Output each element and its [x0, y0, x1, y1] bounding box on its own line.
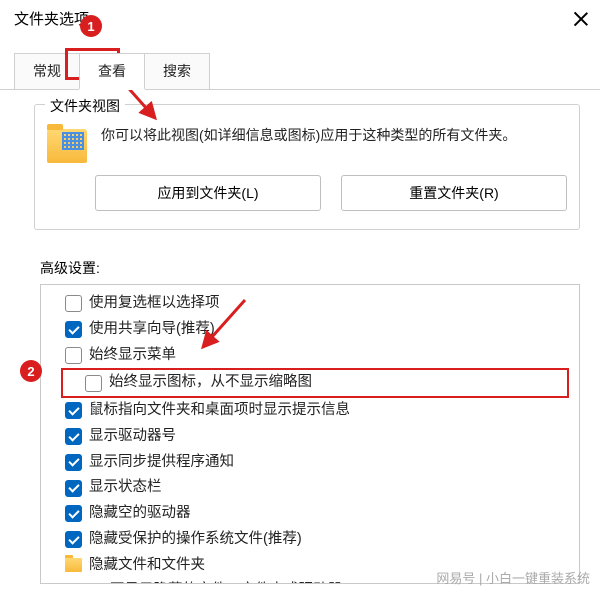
- advanced-item[interactable]: 鼠标指向文件夹和桌面项时显示提示信息: [43, 398, 577, 424]
- folder-icon: [65, 558, 82, 572]
- advanced-item-label: 使用复选框以选择项: [89, 293, 220, 315]
- advanced-item-label: 不显示隐藏的文件、文件夹或驱动器: [110, 580, 342, 584]
- tab-view[interactable]: 查看: [79, 53, 145, 90]
- tab-search[interactable]: 搜索: [144, 53, 210, 89]
- radio-icon[interactable]: [87, 583, 103, 584]
- reset-folders-button[interactable]: 重置文件夹(R): [341, 175, 567, 211]
- advanced-item-label: 使用共享向导(推荐): [89, 319, 215, 341]
- advanced-item[interactable]: 使用共享向导(推荐): [43, 317, 577, 343]
- window-title: 文件夹选项: [14, 8, 89, 29]
- checkbox-icon[interactable]: [65, 295, 82, 312]
- checkbox-icon[interactable]: [65, 428, 82, 445]
- close-icon[interactable]: [574, 12, 588, 26]
- tab-bar: 常规 查看 搜索: [0, 53, 600, 90]
- folder-view-description: 你可以将此视图(如详细信息或图标)应用于这种类型的所有文件夹。: [101, 125, 567, 146]
- advanced-item[interactable]: 显示状态栏: [43, 475, 577, 501]
- checkbox-icon[interactable]: [65, 454, 82, 471]
- advanced-item-label: 隐藏空的驱动器: [89, 503, 191, 525]
- advanced-item-label: 显示状态栏: [89, 477, 162, 499]
- advanced-item[interactable]: 始终显示图标，从不显示缩略图: [61, 368, 569, 398]
- folder-view-icon: [47, 129, 87, 163]
- checkbox-icon[interactable]: [65, 505, 82, 522]
- checkbox-icon[interactable]: [65, 480, 82, 497]
- advanced-item-label: 鼠标指向文件夹和桌面项时显示提示信息: [89, 400, 350, 422]
- advanced-item[interactable]: 显示驱动器号: [43, 424, 577, 450]
- advanced-settings-label: 高级设置:: [40, 258, 600, 278]
- advanced-item-label: 显示同步提供程序通知: [89, 452, 234, 474]
- advanced-item-label: 隐藏文件和文件夹: [89, 555, 205, 577]
- folder-view-group-label: 文件夹视图: [45, 96, 125, 116]
- advanced-item-label: 始终显示图标，从不显示缩略图: [109, 372, 312, 394]
- apply-to-folders-button[interactable]: 应用到文件夹(L): [95, 175, 321, 211]
- annotation-badge-2: 2: [20, 360, 42, 382]
- advanced-item[interactable]: 使用复选框以选择项: [43, 291, 577, 317]
- checkbox-icon[interactable]: [65, 402, 82, 419]
- advanced-item[interactable]: 显示同步提供程序通知: [43, 450, 577, 476]
- checkbox-icon[interactable]: [65, 347, 82, 364]
- advanced-item[interactable]: 隐藏空的驱动器: [43, 501, 577, 527]
- advanced-item-label: 显示驱动器号: [89, 426, 176, 448]
- advanced-item-label: 始终显示菜单: [89, 345, 176, 367]
- advanced-item-label: 隐藏受保护的操作系统文件(推荐): [89, 529, 302, 551]
- watermark: 网易号 | 小白一键重装系统: [436, 568, 590, 587]
- folder-view-group: 文件夹视图 你可以将此视图(如详细信息或图标)应用于这种类型的所有文件夹。 应用…: [34, 104, 580, 230]
- checkbox-icon[interactable]: [65, 321, 82, 338]
- checkbox-icon[interactable]: [85, 375, 102, 392]
- advanced-settings-listbox[interactable]: 使用复选框以选择项使用共享向导(推荐) 始终显示菜单始终显示图标，从不显示缩略图鼠…: [40, 284, 580, 584]
- advanced-item[interactable]: 始终显示菜单: [43, 343, 577, 369]
- annotation-badge-1: 1: [80, 15, 102, 37]
- checkbox-icon[interactable]: [65, 531, 82, 548]
- advanced-item[interactable]: 隐藏受保护的操作系统文件(推荐): [43, 527, 577, 553]
